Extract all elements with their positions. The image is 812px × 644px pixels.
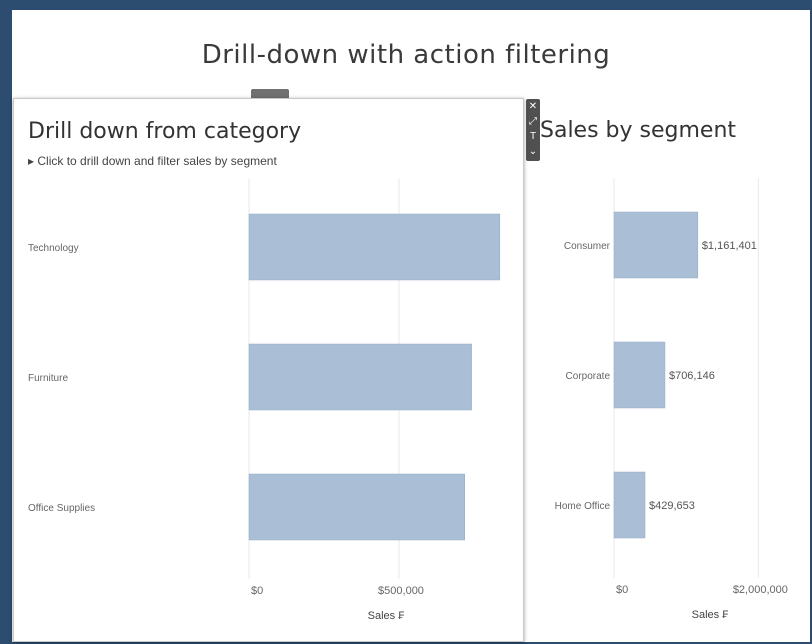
data-label: $1,161,401 (702, 240, 757, 252)
category-label: Technology (28, 243, 79, 254)
bar[interactable] (248, 473, 465, 541)
dashboard-title: Drill-down with action filtering (201, 40, 611, 70)
drilldown-instructions: ▸ Click to drill down and filter sales b… (28, 154, 277, 168)
data-label: $429,653 (649, 500, 695, 512)
tick-label: $0 (251, 585, 263, 597)
segment-chart-title: Sales by segment (540, 118, 737, 143)
axis-title: Sales ₣ (368, 610, 405, 622)
data-label: $706,146 (669, 370, 715, 382)
category-label: Furniture (28, 373, 68, 384)
category-label: Corporate (566, 371, 611, 382)
bar[interactable] (613, 471, 646, 539)
axis-title: Sales ₣ (692, 609, 729, 621)
worksheet-toolbar: ✕ ⤢ T ⌄ (526, 99, 540, 161)
category-sales-chart[interactable]: Technology Furniture Office Supplies $0 $500… (14, 179, 523, 639)
tick-label: $0 (616, 584, 628, 596)
expand-icon[interactable]: ⤢ (526, 114, 540, 129)
bar[interactable] (613, 341, 666, 409)
category-label: Office Supplies (28, 503, 95, 514)
category-chart-title: Drill down from category (28, 119, 302, 144)
category-label: Consumer (564, 241, 611, 252)
tick-label: $500,000 (378, 585, 424, 597)
filter-icon[interactable]: T (526, 129, 540, 144)
segment-sales-chart[interactable]: Consumer $1,161,401 Corporate $706,146 Home … (530, 178, 810, 628)
bar[interactable] (613, 211, 699, 279)
category-drilldown-panel[interactable]: Drill down from category ▸ Click to dril… (13, 98, 524, 642)
bar[interactable] (248, 213, 501, 281)
bar[interactable] (248, 343, 472, 411)
close-icon[interactable]: ✕ (526, 99, 540, 114)
category-label: Home Office (555, 501, 611, 512)
more-icon[interactable]: ⌄ (526, 144, 540, 159)
tick-label: $2,000,000 (733, 584, 788, 596)
